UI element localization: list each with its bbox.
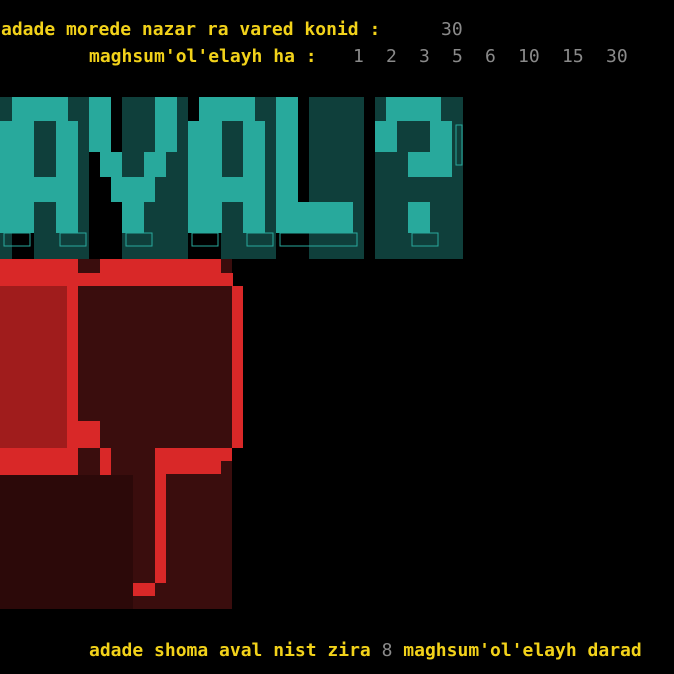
- divisor-value: 2: [386, 46, 397, 67]
- result-suffix: maghsum'ol'elayh darad: [403, 640, 642, 661]
- divisor-value: 15: [562, 46, 584, 67]
- result-prefix: adade shoma aval nist zira: [89, 640, 371, 661]
- divisor-value: 10: [518, 46, 540, 67]
- input-value: 30: [441, 19, 463, 40]
- result-message: adade shoma aval nist zira 8 maghsum'ol'…: [89, 640, 642, 662]
- divisor-value: 30: [606, 46, 628, 67]
- result-count: 8: [381, 640, 393, 661]
- divisor-value: 6: [485, 46, 496, 67]
- input-prompt-label: adade morede nazar ra vared konid :: [1, 19, 381, 40]
- banner-art: [0, 97, 463, 609]
- thumbs-down-icon: [0, 259, 243, 609]
- divisor-value: 1: [353, 46, 364, 67]
- divisor-value: 5: [452, 46, 463, 67]
- divisors-label: maghsum'ol'elayh ha :: [89, 46, 317, 67]
- divisor-value: 3: [419, 46, 430, 67]
